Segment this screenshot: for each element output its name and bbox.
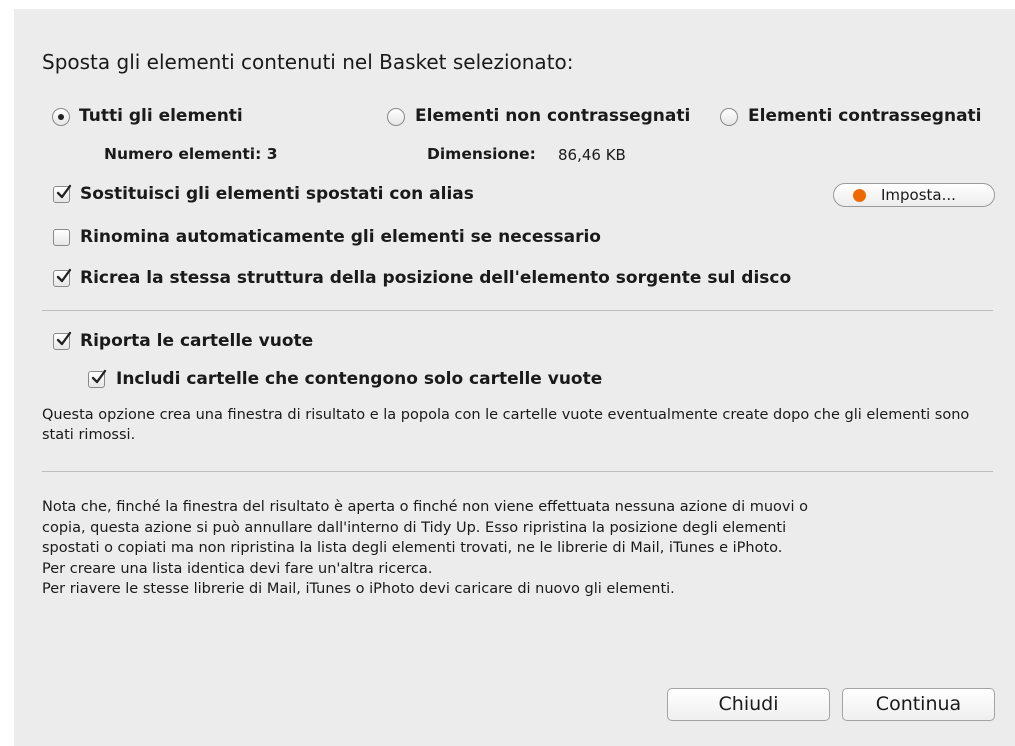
radio-flagged-items-label[interactable]: Elementi contrassegnati — [748, 106, 982, 126]
checkbox-include-nested[interactable] — [88, 369, 107, 388]
size-label: Dimensione: — [427, 145, 536, 163]
checkmark-icon — [56, 331, 72, 346]
report-empty-label[interactable]: Riporta le cartelle vuote — [80, 331, 313, 351]
checkmark-icon — [56, 268, 72, 283]
note-line: Per creare una lista identica devi fare … — [42, 560, 433, 577]
radio-all-items[interactable] — [52, 108, 70, 126]
replace-alias-label[interactable]: Sostituisci gli elementi spostati con al… — [80, 184, 474, 204]
empty-folders-description: Questa opzione crea una finestra di risu… — [42, 407, 970, 443]
note-line: copia, questa azione si può annullare da… — [42, 519, 787, 536]
include-nested-label[interactable]: Includi cartelle che contengono solo car… — [116, 369, 602, 389]
separator — [42, 471, 993, 472]
checkbox-replace-alias[interactable] — [53, 184, 72, 203]
checkbox-recreate-structure[interactable] — [53, 268, 72, 287]
radio-selected-dot — [58, 114, 64, 120]
checkmark-icon — [91, 369, 107, 384]
radio-flagged-items[interactable] — [720, 108, 738, 126]
continue-button[interactable]: Continua — [842, 688, 995, 721]
separator — [42, 310, 993, 311]
note-line: spostati o copiati ma non ripristina la … — [42, 540, 783, 556]
rename-auto-label[interactable]: Rinomina automaticamente gli elementi se… — [80, 227, 601, 247]
size-value: 86,46 KB — [558, 146, 626, 164]
radio-all-items-label[interactable]: Tutti gli elementi — [79, 106, 243, 126]
recreate-structure-label[interactable]: Ricrea la stessa struttura della posizio… — [80, 268, 791, 288]
checkmark-icon — [56, 184, 72, 199]
radio-unflagged-items[interactable] — [387, 108, 405, 126]
status-dot-icon — [853, 189, 866, 202]
close-button[interactable]: Chiudi — [667, 688, 830, 721]
undo-note: Nota che, finché la finestra del risulta… — [42, 497, 1002, 600]
set-button-label: Imposta... — [881, 186, 956, 204]
checkbox-report-empty[interactable] — [53, 331, 72, 350]
item-count: Numero elementi: 3 — [104, 145, 278, 163]
set-button[interactable]: Imposta... — [833, 183, 995, 207]
note-line: Nota che, finché la finestra del risulta… — [42, 499, 809, 515]
note-line: Per riavere le stesse librerie di Mail, … — [42, 581, 675, 597]
radio-unflagged-items-label[interactable]: Elementi non contrassegnati — [415, 106, 690, 126]
dialog-heading: Sposta gli elementi contenuti nel Basket… — [42, 50, 574, 74]
checkbox-rename-auto[interactable] — [53, 229, 70, 246]
